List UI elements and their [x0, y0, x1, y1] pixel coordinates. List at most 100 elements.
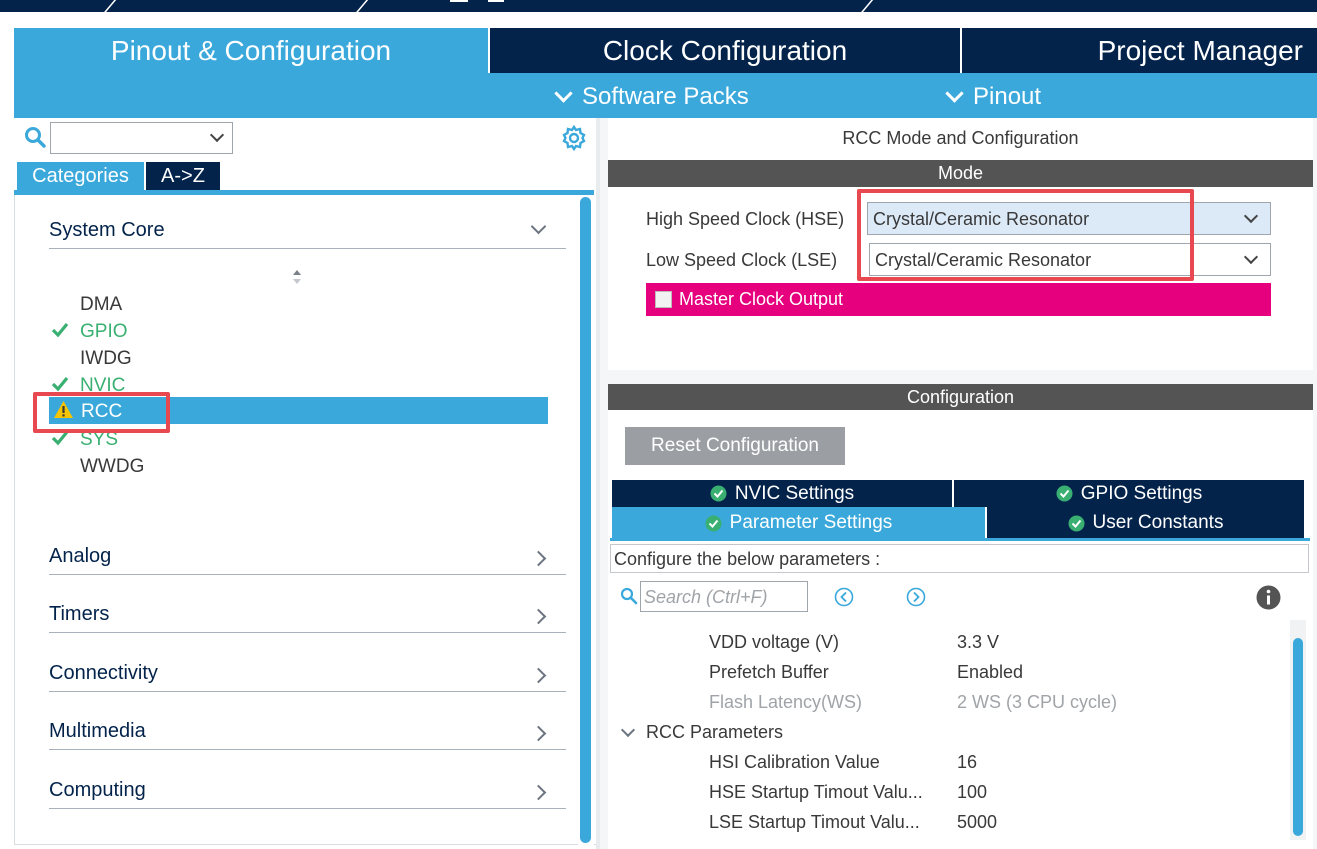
param-group-rcc[interactable]: RCC Parameters [646, 722, 783, 743]
search-icon [620, 587, 638, 605]
param-value-vdd[interactable]: 3.3 V [957, 632, 999, 653]
reset-configuration-button[interactable]: Reset Configuration [625, 427, 845, 465]
param-value-flash-latency: 2 WS (3 CPU cycle) [957, 692, 1118, 712]
peripheral-label: DMA [80, 294, 123, 315]
next-arrow-icon[interactable] [906, 587, 926, 607]
param-value-hsi-calibration[interactable]: 16 [957, 752, 977, 773]
chevron-right-icon [530, 725, 547, 742]
section-label: Computing [49, 779, 146, 801]
previous-arrow-icon[interactable] [834, 587, 854, 607]
breadcrumb-strip [0, 0, 1317, 16]
breadcrumb-separator [845, 0, 879, 16]
description-text: Configure the below parameters : [614, 549, 881, 569]
button-label: Reset Configuration [651, 435, 819, 456]
tab-user-constants[interactable]: User Constants [987, 507, 1304, 539]
tab-project-manager[interactable]: Project Manager [962, 28, 1317, 73]
chevron-down-icon [1243, 249, 1259, 265]
check-circle-icon [1056, 485, 1073, 502]
menu-label: Pinout [973, 83, 1042, 110]
pinout-menu[interactable]: Pinout [945, 80, 1042, 114]
tab-clock-configuration[interactable]: Clock Configuration [490, 28, 960, 73]
tab-label: Categories [32, 164, 129, 187]
section-label: System Core [49, 219, 165, 241]
tab-label: Parameter Settings [729, 512, 893, 533]
peripheral-item-dma[interactable]: DMA [49, 291, 548, 318]
tab-gpio-settings[interactable]: GPIO Settings [954, 480, 1304, 507]
sort-icon[interactable] [291, 268, 303, 286]
check-circle-icon [710, 485, 727, 502]
param-name-hse-timeout: HSE Startup Timout Valu... [709, 782, 923, 802]
breadcrumb-separator [340, 0, 374, 16]
search-icon [25, 127, 46, 148]
section-system-core[interactable]: System Core [49, 213, 566, 249]
peripheral-label: IWDG [80, 348, 132, 369]
category-scrollbar-thumb[interactable] [580, 197, 591, 843]
peripheral-item-gpio[interactable]: GPIO [49, 318, 548, 345]
chevron-right-icon [530, 667, 547, 684]
tab-nvic-settings[interactable]: NVIC Settings [612, 480, 952, 507]
menu-label: Software Packs [582, 83, 749, 110]
param-value-lse-timeout[interactable]: 5000 [957, 812, 997, 833]
tab-pinout-configuration[interactable]: Pinout & Configuration [14, 28, 488, 73]
peripheral-item-iwdg[interactable]: IWDG [49, 345, 548, 372]
search-placeholder: Search (Ctrl+F) [644, 587, 768, 607]
section-connectivity[interactable]: Connectivity [49, 656, 566, 692]
checkbox-label: Master Clock Output [679, 289, 844, 309]
peripheral-item-wwdg[interactable]: WWDG [49, 453, 548, 480]
chevron-right-icon [530, 784, 547, 801]
param-name-flash-latency: Flash Latency(WS) [709, 692, 863, 712]
check-circle-icon [705, 515, 722, 531]
chevron-down-icon [945, 83, 964, 103]
chevron-right-icon [530, 550, 547, 567]
section-computing[interactable]: Computing [49, 773, 566, 809]
tab-label: NVIC Settings [734, 482, 855, 504]
tab-label: GPIO Settings [1080, 482, 1203, 504]
software-packs-menu[interactable]: Software Packs [554, 80, 749, 114]
chevron-down-icon [530, 218, 547, 235]
info-icon[interactable] [1256, 585, 1281, 610]
param-value-hse-timeout[interactable]: 100 [957, 782, 987, 803]
param-name-lse-timeout: LSE Startup Timout Valu... [709, 812, 920, 832]
panel-title: RCC Mode and Configuration [842, 128, 1079, 148]
lse-label: Low Speed Clock (LSE) [646, 250, 838, 270]
section-timers[interactable]: Timers [49, 597, 566, 633]
master-clock-output-checkbox-row[interactable]: Master Clock Output [646, 283, 1271, 316]
chevron-down-icon [1243, 208, 1259, 224]
peripheral-label: GPIO [80, 321, 128, 342]
tab-parameter-settings[interactable]: Parameter Settings [612, 507, 985, 539]
check-icon [51, 322, 69, 338]
chevron-down-icon [209, 127, 225, 143]
tab-categories[interactable]: Categories [17, 162, 144, 190]
tab-label: User Constants [1092, 512, 1224, 533]
highlight-box-rcc [33, 392, 170, 433]
param-value-prefetch[interactable]: Enabled [957, 662, 1023, 683]
breadcrumb-text-fragment [450, 0, 468, 3]
checkbox[interactable] [655, 291, 672, 308]
breadcrumb-text-fragment [488, 0, 504, 3]
peripheral-label: WWDG [80, 456, 145, 477]
mode-header: Mode [608, 160, 1313, 187]
tab-label: Clock Configuration [602, 34, 848, 66]
check-circle-icon [1068, 515, 1085, 531]
param-name-prefetch: Prefetch Buffer [709, 662, 829, 682]
category-search-combo[interactable] [50, 122, 233, 154]
parameter-search-input[interactable]: Search (Ctrl+F) [640, 581, 808, 612]
parameter-scrollbar-thumb[interactable] [1293, 638, 1303, 836]
tab-label: Pinout & Configuration [110, 34, 392, 66]
param-name-hsi-calibration: HSI Calibration Value [709, 752, 880, 772]
section-multimedia[interactable]: Multimedia [49, 714, 566, 750]
gear-icon[interactable] [561, 125, 587, 151]
chevron-down-icon [554, 83, 573, 103]
param-name-vdd: VDD voltage (V) [709, 632, 840, 652]
hse-label: High Speed Clock (HSE) [646, 209, 845, 229]
chevron-right-icon [530, 608, 547, 625]
tab-label: Project Manager [1097, 34, 1303, 66]
section-label: Connectivity [49, 662, 158, 684]
highlight-box-clock-source [857, 189, 1194, 281]
section-label: Analog [49, 545, 112, 567]
section-label: Timers [49, 603, 110, 625]
tab-a-to-z[interactable]: A->Z [146, 162, 220, 190]
section-label: Multimedia [49, 720, 146, 742]
breadcrumb-separator [88, 0, 122, 16]
section-analog[interactable]: Analog [49, 539, 566, 575]
